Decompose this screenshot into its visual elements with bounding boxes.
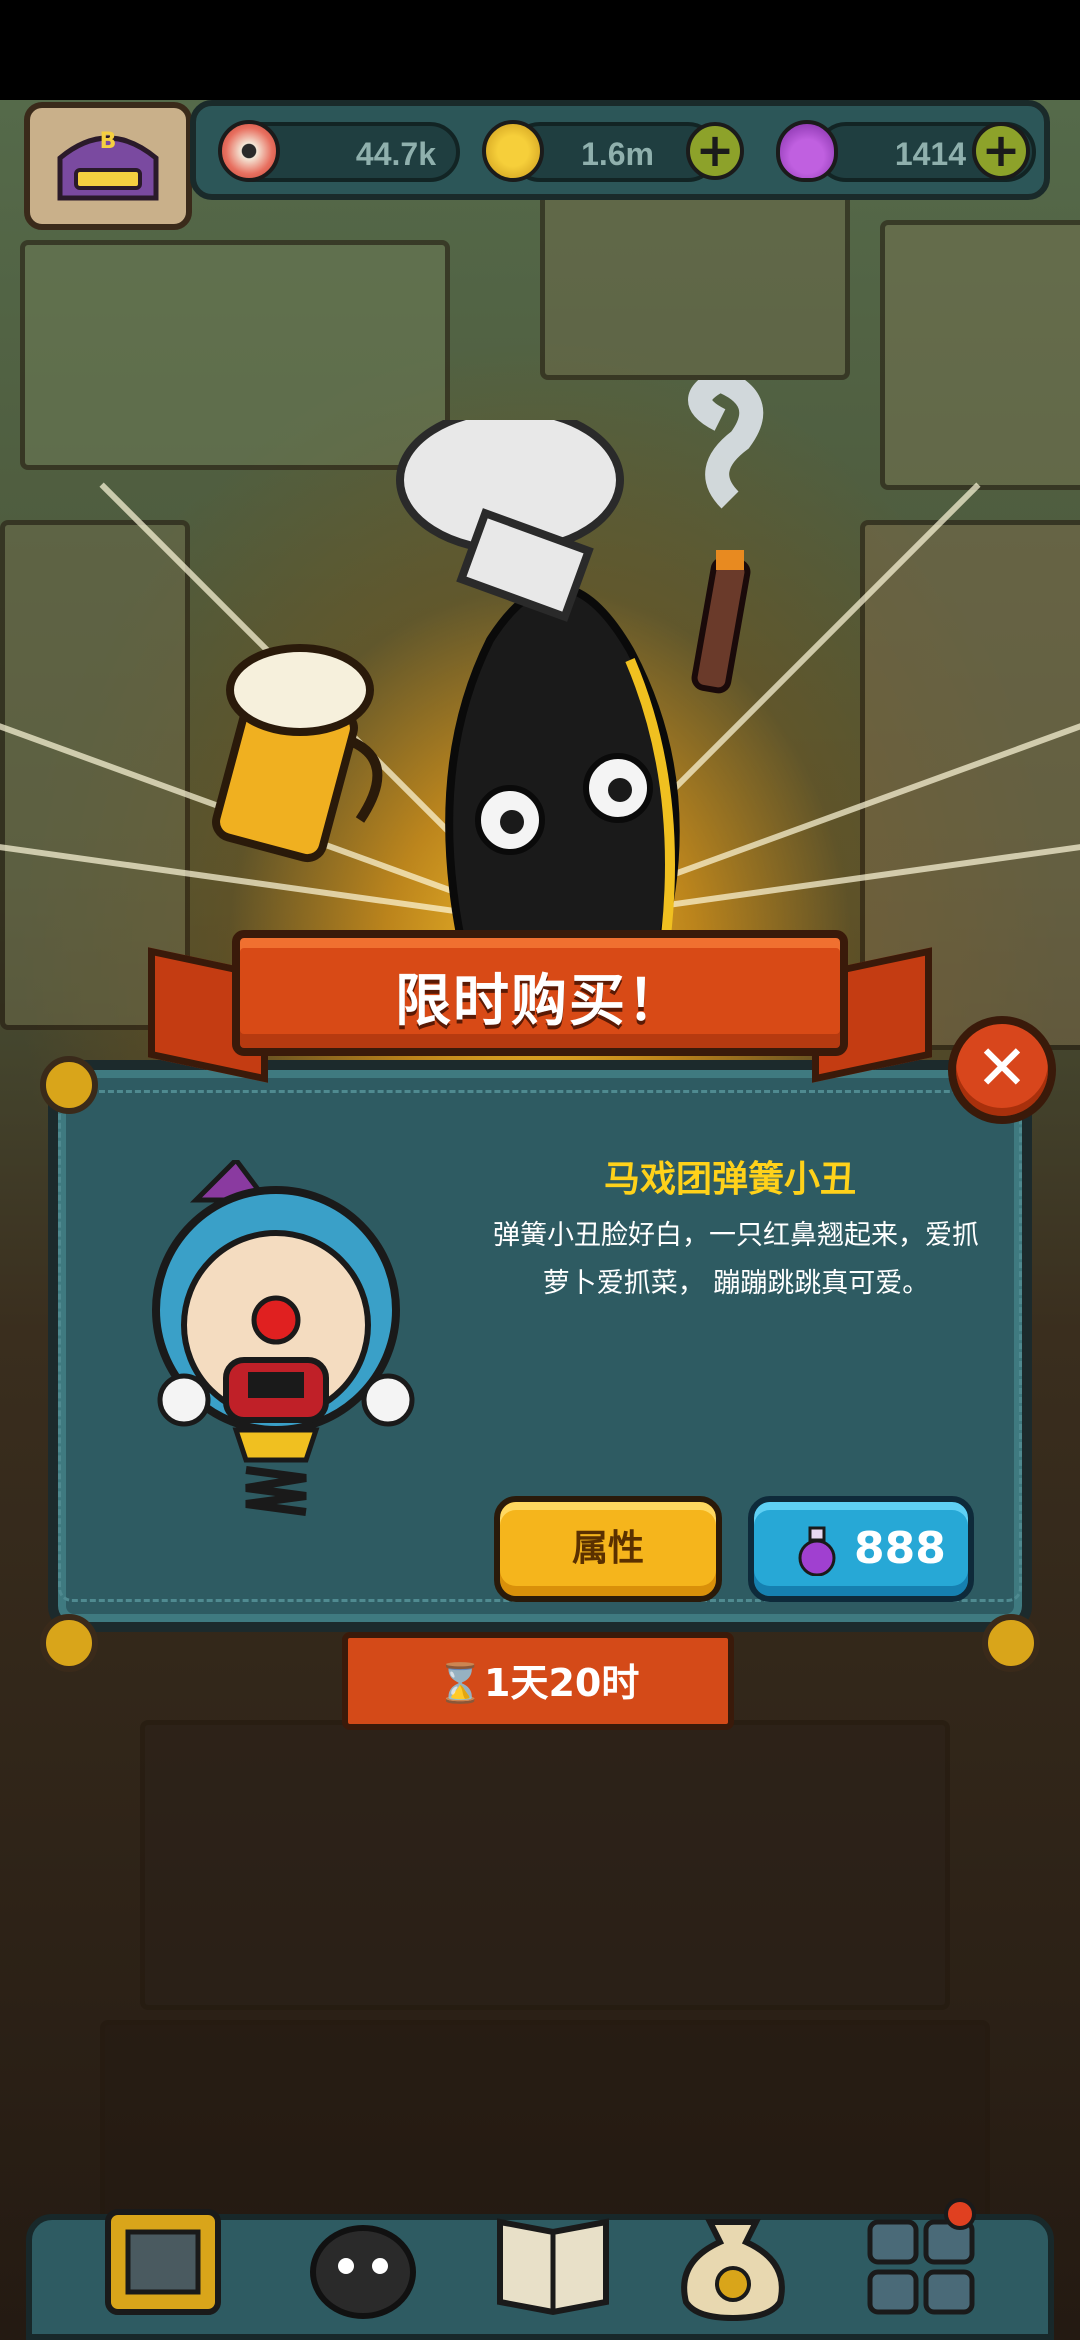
close-icon: ✕ — [976, 1031, 1028, 1104]
timer-value: 1天20时 — [484, 1661, 640, 1705]
dialog-corner-ornament — [40, 1056, 98, 1114]
add-potions-button[interactable]: + — [972, 122, 1030, 180]
attributes-button[interactable]: 属性 — [494, 1496, 722, 1602]
dialog-title: 限时购买！ — [395, 969, 685, 1034]
buy-button[interactable]: 888 — [748, 1496, 974, 1602]
potions-value: 1414 — [894, 136, 966, 172]
countdown-timer: ⌛1天20时 — [342, 1652, 734, 1707]
shop-building-icon — [105, 2209, 221, 2315]
nav-bag-button[interactable] — [670, 2192, 796, 2322]
monster-icon — [310, 2225, 416, 2319]
coins-value: 1.6m — [581, 136, 654, 172]
nav-book-button[interactable] — [490, 2192, 616, 2322]
book-icon — [497, 2218, 609, 2316]
close-button[interactable]: ✕ — [948, 1016, 1056, 1124]
coin-icon — [482, 120, 544, 182]
item-description: 弹簧小丑脸好白，一只红鼻翘起来，爱抓萝卜爱抓菜， 蹦蹦跳跳真可爱。 — [493, 1220, 979, 1299]
eyes-value: 44.7k — [355, 136, 436, 172]
spring-clown-item-image — [152, 1160, 415, 1516]
nav-shop-button[interactable] — [100, 2192, 226, 2322]
shop-monster-icon: B — [57, 129, 159, 201]
money-bag-icon — [681, 2219, 785, 2322]
shop-level-badge[interactable]: B — [24, 102, 192, 230]
dialog-corner-ornament — [40, 1614, 98, 1672]
dialog-corner-ornament — [982, 1614, 1040, 1672]
price-value: 888 — [854, 1523, 946, 1574]
beer-mug-icon — [212, 644, 383, 863]
eye-icon — [218, 120, 280, 182]
cigar-icon — [688, 380, 764, 694]
nav-map-button[interactable] — [860, 2192, 986, 2322]
resource-bar: 44.7k 1.6m + 1414 + — [190, 100, 1050, 200]
svg-text:B: B — [100, 129, 117, 154]
potion-icon — [776, 120, 838, 182]
hourglass-icon: ⌛ — [436, 1661, 484, 1705]
add-coins-button[interactable]: + — [686, 122, 744, 180]
grid-map-icon — [867, 2198, 976, 2315]
status-bar — [0, 0, 1080, 100]
item-name: 马戏团弹簧小丑 — [603, 1159, 856, 1200]
nav-monster-button[interactable] — [300, 2192, 426, 2322]
potion-icon — [798, 1526, 836, 1576]
